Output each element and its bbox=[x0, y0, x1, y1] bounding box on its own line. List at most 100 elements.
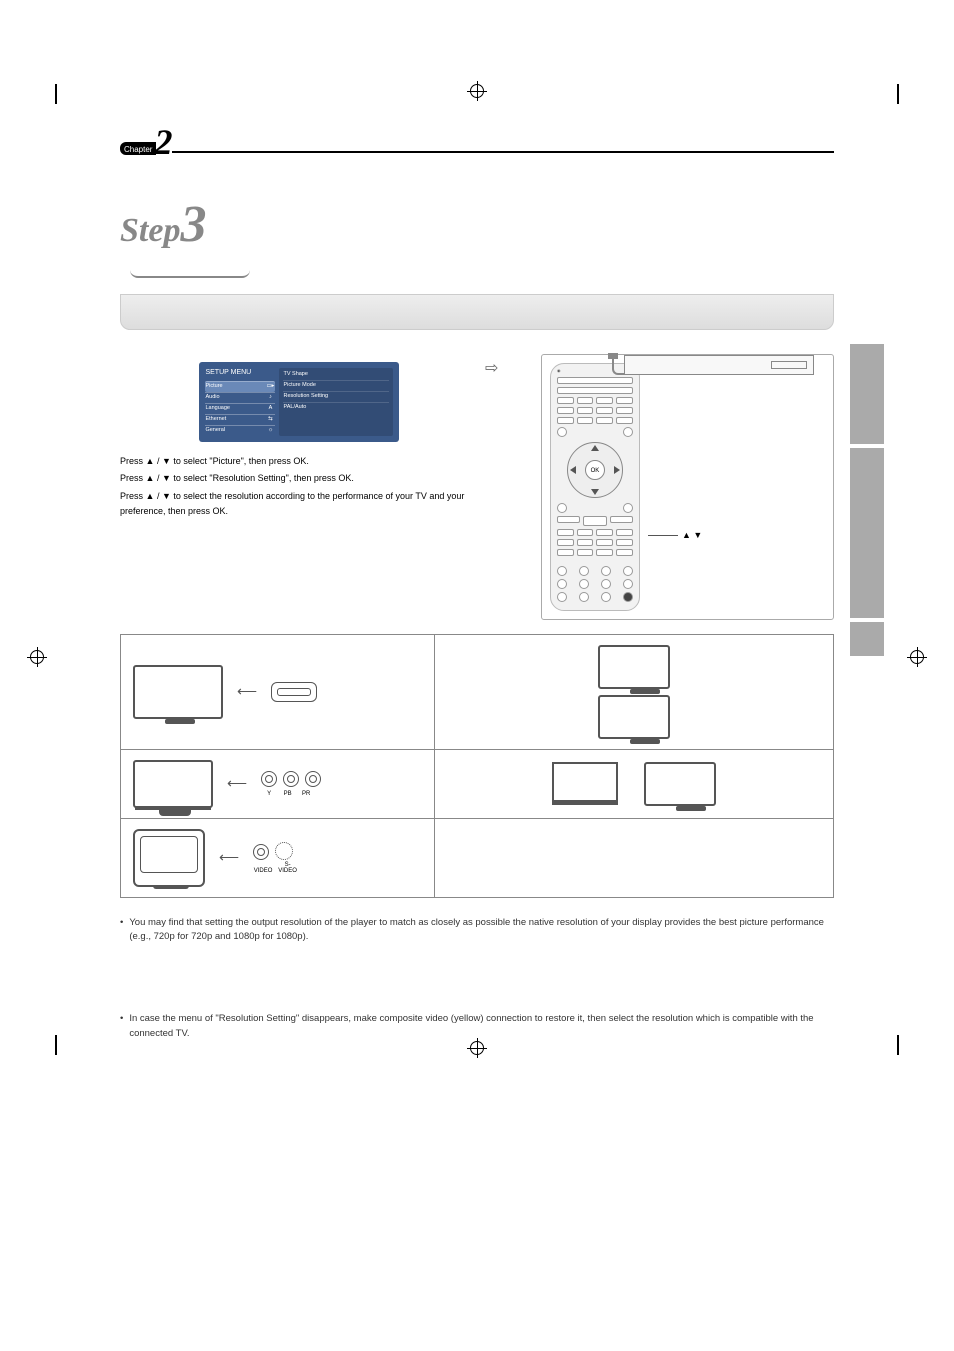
crop-mark bbox=[898, 84, 918, 104]
down-triangle-icon: ▼ bbox=[162, 491, 171, 501]
instruction-line: Press ▲ / ▼ to select "Resolution Settin… bbox=[120, 471, 479, 486]
language-icon: A bbox=[265, 405, 275, 413]
step-number: 3 bbox=[180, 195, 206, 254]
setup-submenu: TV Shape Picture Mode Resolution Setting… bbox=[279, 368, 393, 436]
note-bullet: • You may find that setting the output r… bbox=[120, 916, 834, 945]
projection-tv-icon bbox=[552, 762, 618, 805]
cable-arrow-icon: ⟵ bbox=[227, 775, 247, 792]
jack-y-icon bbox=[261, 771, 277, 787]
dpad-left-icon bbox=[570, 466, 576, 474]
callout-arrows: ▲ ▼ bbox=[682, 529, 702, 542]
picture-icon: ▭▸ bbox=[265, 383, 275, 391]
note-text: You may find that setting the output res… bbox=[129, 916, 834, 945]
composite-connection-diagram: ⟵ VIDEO S-VIDEO bbox=[133, 829, 422, 887]
projector-diagram bbox=[447, 762, 821, 806]
down-triangle-icon: ▼ bbox=[162, 473, 171, 483]
right-column: ◉ OK bbox=[511, 354, 834, 620]
jack-label: S-VIDEO bbox=[276, 862, 300, 874]
crt-tv-icon bbox=[133, 829, 205, 887]
ethernet-icon: ⇆ bbox=[265, 416, 275, 424]
down-triangle-icon: ▼ bbox=[162, 456, 171, 466]
setup-menu-title: SETUP MENU bbox=[205, 368, 275, 381]
jack-pr-icon bbox=[305, 771, 321, 787]
component-jacks-icon bbox=[261, 771, 321, 787]
tv-icon bbox=[644, 762, 716, 806]
flat-tv-icon bbox=[133, 760, 213, 808]
tv-osd-diagram bbox=[624, 355, 814, 375]
svideo-jack-icon bbox=[275, 842, 293, 860]
remote-diagram-box: ◉ OK bbox=[541, 354, 834, 620]
remote-round-button bbox=[623, 427, 633, 437]
setup-menu-item: Ethernet⇆ bbox=[205, 414, 275, 425]
component-connection-diagram: ⟵ Y PB PR bbox=[133, 760, 422, 808]
setup-menu-diagram: SETUP MENU Picture▭▸ Audio♪ LanguageA Et… bbox=[199, 362, 399, 442]
chapter-label: Chapter bbox=[120, 142, 156, 155]
crop-mark bbox=[56, 1035, 76, 1055]
crop-mark bbox=[36, 1035, 56, 1055]
tv-icon bbox=[598, 695, 670, 739]
setup-menu-item: Picture▭▸ bbox=[205, 381, 275, 392]
chapter-number: 2 bbox=[154, 130, 172, 155]
tv-icon bbox=[598, 645, 670, 689]
resolution-options-diagram bbox=[447, 645, 821, 739]
crop-mark bbox=[898, 1035, 918, 1055]
chapter-header: Chapter 2 bbox=[120, 130, 834, 155]
instruction-line: Press ▲ / ▼ to select the resolution acc… bbox=[120, 489, 479, 520]
note-text: In case the menu of "Resolution Setting"… bbox=[129, 1012, 834, 1041]
bullet-icon: • bbox=[120, 1012, 123, 1041]
setup-submenu-item: Picture Mode bbox=[283, 381, 389, 392]
setup-menu-item: LanguageA bbox=[205, 403, 275, 414]
remote-control-diagram: ◉ OK bbox=[550, 363, 640, 611]
hdmi-connection-diagram: ⟵ bbox=[133, 665, 422, 719]
crop-mark bbox=[36, 84, 56, 104]
divider bbox=[172, 151, 834, 153]
jack-label: VIDEO bbox=[253, 868, 273, 874]
decorative-curve bbox=[130, 270, 250, 278]
jack-label: PR bbox=[298, 791, 314, 797]
instruction-line: Press ▲ / ▼ to select "Picture", then pr… bbox=[120, 454, 479, 469]
crop-mark bbox=[878, 1035, 898, 1055]
setup-menu-item: General☼ bbox=[205, 425, 275, 436]
remote-round-button bbox=[557, 427, 567, 437]
general-icon: ☼ bbox=[265, 427, 275, 435]
av-jacks-icon bbox=[253, 842, 300, 860]
jack-pb-icon bbox=[283, 771, 299, 787]
cable-arrow-icon: ⟵ bbox=[219, 849, 239, 866]
note-bullet: • In case the menu of "Resolution Settin… bbox=[120, 1012, 834, 1041]
dpad-up-icon bbox=[591, 445, 599, 451]
empty-cell bbox=[434, 818, 833, 897]
hdmi-plug-icon bbox=[271, 682, 317, 702]
instruction-list: Press ▲ / ▼ to select "Picture", then pr… bbox=[120, 454, 479, 519]
audio-icon: ♪ bbox=[265, 394, 275, 402]
step-heading: Step 3 bbox=[120, 195, 834, 278]
table-row: ⟵ Y PB PR bbox=[121, 749, 834, 818]
side-tab bbox=[850, 448, 884, 618]
remote-round-button bbox=[557, 503, 567, 513]
table-row: ⟵ bbox=[121, 634, 834, 749]
bullet-icon: • bbox=[120, 916, 123, 945]
connection-table: ⟵ ⟵ bbox=[120, 634, 834, 898]
setup-submenu-item: PAL/Auto bbox=[283, 403, 389, 413]
setup-submenu-item: TV Shape bbox=[283, 370, 389, 381]
cable-arrow-icon: ⟵ bbox=[237, 683, 257, 700]
crop-mark bbox=[878, 84, 898, 104]
notes-section: • You may find that setting the output r… bbox=[120, 916, 834, 1041]
side-tab bbox=[850, 622, 884, 656]
setup-submenu-item: Resolution Setting bbox=[283, 392, 389, 403]
crop-mark bbox=[56, 84, 76, 104]
remote-round-button bbox=[623, 503, 633, 513]
remote-ok-button: OK bbox=[585, 460, 605, 480]
dpad-down-icon bbox=[591, 489, 599, 495]
registration-mark-icon bbox=[30, 650, 44, 664]
jack-label: Y bbox=[261, 791, 277, 797]
step-word: Step bbox=[120, 212, 180, 250]
video-jack-icon bbox=[253, 844, 269, 860]
jack-label: PB bbox=[280, 791, 296, 797]
section-banner bbox=[120, 294, 834, 330]
left-column: SETUP MENU Picture▭▸ Audio♪ LanguageA Et… bbox=[120, 354, 479, 620]
remote-callout: ▲ ▼ bbox=[648, 459, 702, 611]
setup-menu-item: Audio♪ bbox=[205, 392, 275, 403]
registration-mark-icon bbox=[470, 84, 484, 98]
registration-mark-icon bbox=[470, 1041, 484, 1055]
widescreen-tv-icon bbox=[133, 665, 223, 719]
